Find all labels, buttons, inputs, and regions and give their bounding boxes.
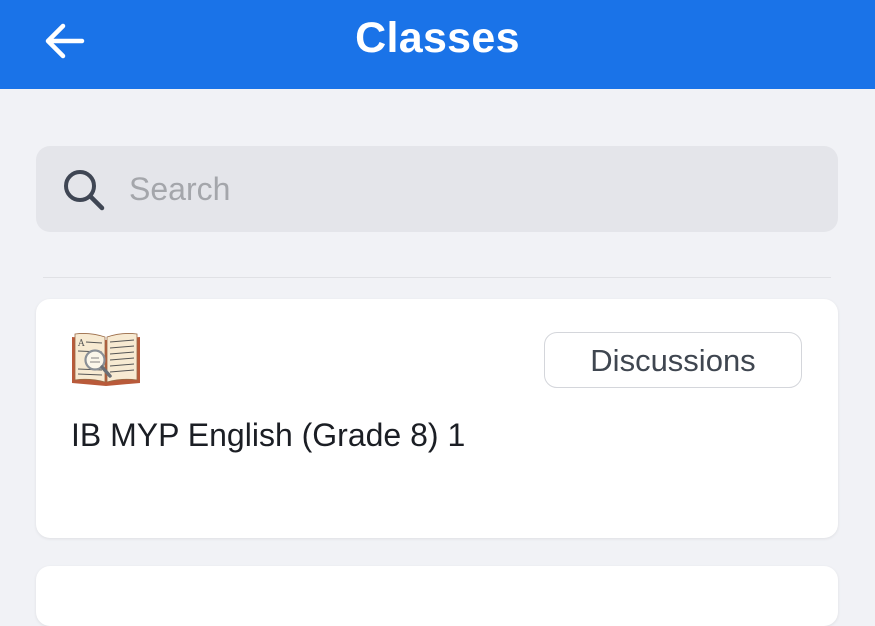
page-title: Classes xyxy=(355,14,520,62)
divider xyxy=(43,277,831,278)
class-name: IB MYP English (Grade 8) 1 xyxy=(71,417,466,453)
book-magnifier-icon: A xyxy=(72,333,140,386)
search-input[interactable] xyxy=(129,167,809,211)
class-card[interactable] xyxy=(36,566,838,626)
class-card[interactable]: A Discussions IB MYP English (Grade 8) 1 xyxy=(36,299,838,538)
svg-text:A: A xyxy=(77,339,85,349)
app-header: Classes xyxy=(0,0,875,89)
search-icon xyxy=(64,170,105,211)
discussions-button[interactable]: Discussions xyxy=(544,332,802,388)
search-bar[interactable] xyxy=(36,146,838,232)
